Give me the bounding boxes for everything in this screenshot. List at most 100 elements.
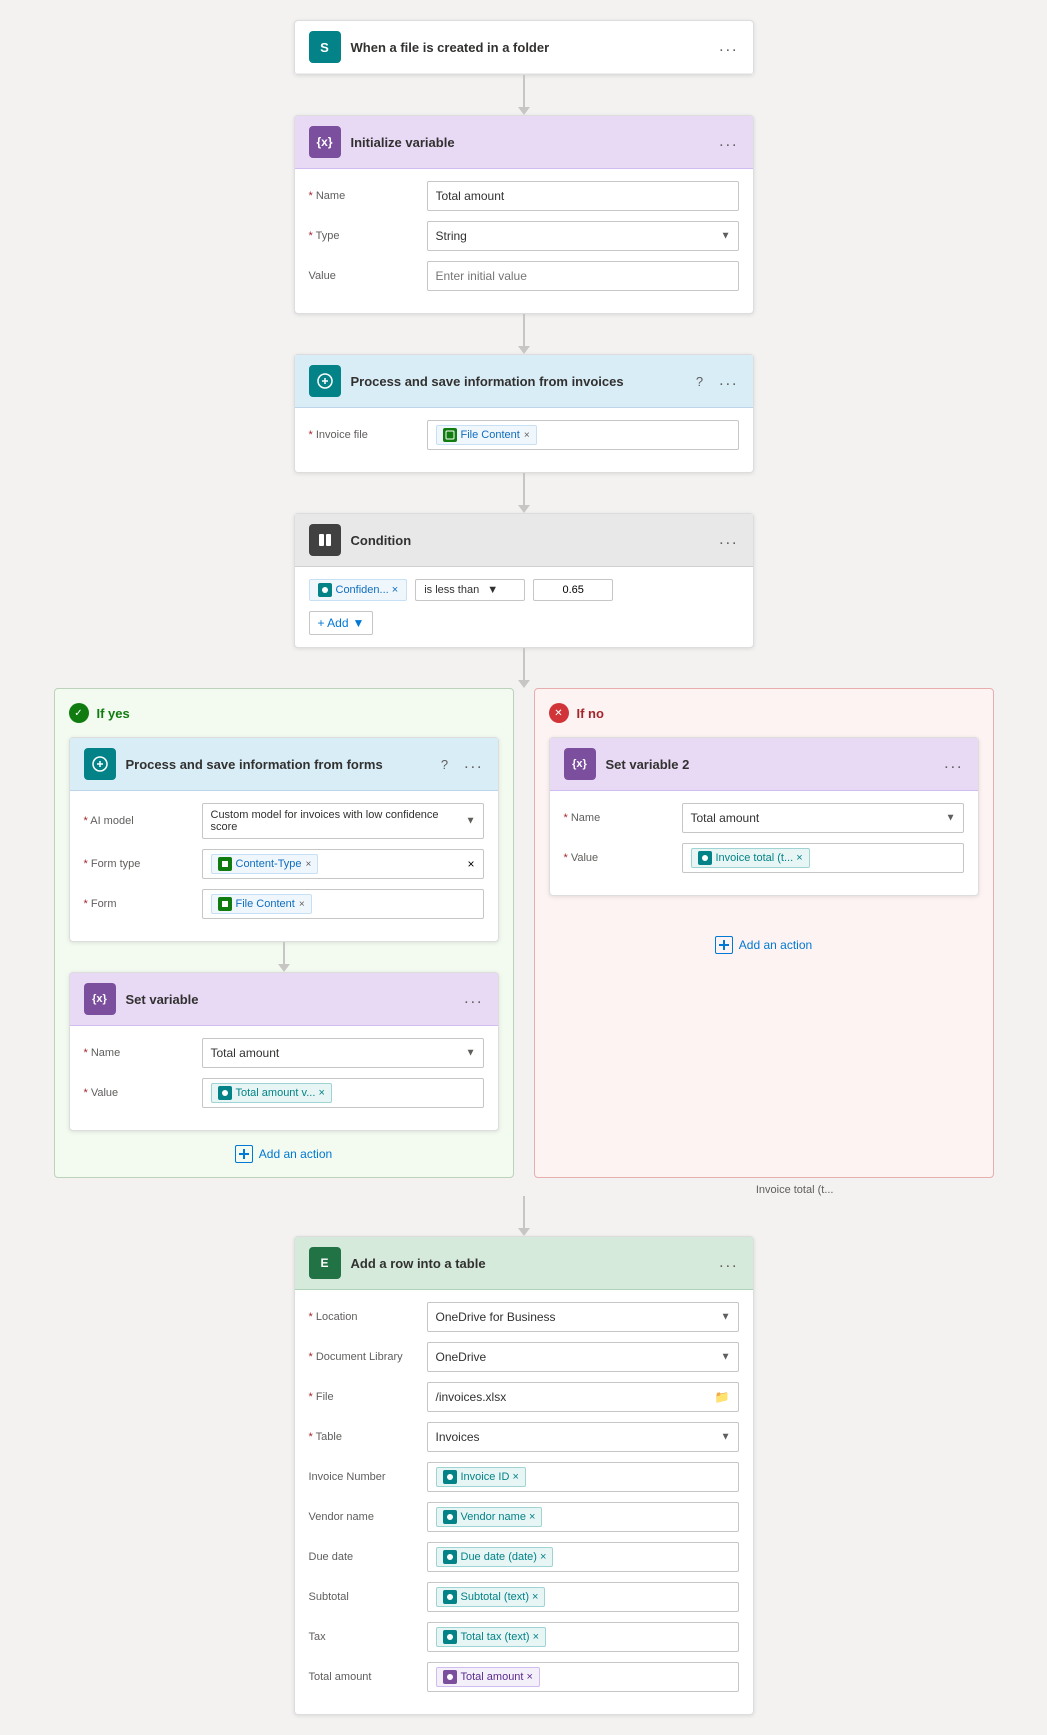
invoice-total-tag-icon	[698, 851, 712, 865]
set-var-name-label: Name	[84, 1047, 194, 1059]
condition-operator[interactable]: is less than ▼	[415, 579, 525, 601]
vendor-name-input[interactable]: Vendor name ×	[427, 1502, 739, 1532]
content-type-remove[interactable]: ×	[306, 859, 312, 870]
total-amount-row-input[interactable]: Total amount ×	[427, 1662, 739, 1692]
vendor-name-label: Vendor name	[309, 1511, 419, 1523]
location-label: Location	[309, 1311, 419, 1323]
add-chevron-icon: ▼	[353, 616, 365, 630]
yes-add-action-icon	[235, 1145, 253, 1163]
due-date-tag-icon	[443, 1550, 457, 1564]
location-select[interactable]: OneDrive for Business ▼	[427, 1302, 739, 1332]
trigger-title: When a file is created in a folder	[351, 40, 710, 55]
no-add-action-btn[interactable]: Add an action	[549, 936, 979, 954]
set-var-name-chevron-icon: ▼	[466, 1048, 476, 1059]
condition-add-btn[interactable]: + Add ▼	[309, 611, 374, 635]
set-var-value-input[interactable]: Total amount v... ×	[202, 1078, 484, 1108]
invoice-total-tag: Invoice total (t... ×	[691, 848, 810, 868]
set-var2-name-label: Name	[564, 812, 674, 824]
subtotal-tag: Subtotal (text) ×	[436, 1587, 546, 1607]
yes-icon: ✓	[69, 703, 89, 723]
tax-input[interactable]: Total tax (text) ×	[427, 1622, 739, 1652]
type-select[interactable]: String ▼	[427, 221, 739, 251]
condition-icon	[309, 524, 341, 556]
doc-library-select[interactable]: OneDrive ▼	[427, 1342, 739, 1372]
process-forms-title: Process and save information from forms	[126, 757, 431, 772]
vendor-name-tag-icon	[443, 1510, 457, 1524]
invoice-id-tag-icon	[443, 1470, 457, 1484]
total-amount-row-tag: Total amount ×	[436, 1667, 540, 1687]
set-var-title: Set variable	[126, 992, 455, 1007]
invoice-file-input[interactable]: File Content ×	[427, 420, 739, 450]
invoice-number-input[interactable]: Invoice ID ×	[427, 1462, 739, 1492]
subtotal-label: Subtotal	[309, 1591, 419, 1603]
set-var2-name-wrapper: Total amount ▼	[682, 803, 964, 833]
branch-container: ✓ If yes Process and save information fr…	[54, 688, 994, 1178]
yes-add-action-btn[interactable]: Add an action	[69, 1145, 499, 1163]
type-select-wrapper: String ▼	[427, 221, 739, 251]
arrow-4	[518, 648, 530, 688]
process-inv-title: Process and save information from invoic…	[351, 374, 686, 389]
set-var2-title: Set variable 2	[606, 757, 935, 772]
condition-value-input[interactable]	[533, 579, 613, 601]
process-inv-help[interactable]: ?	[696, 374, 703, 389]
name-input[interactable]	[427, 181, 739, 211]
file-content-remove[interactable]: ×	[524, 430, 530, 441]
branch-yes: ✓ If yes Process and save information fr…	[54, 688, 514, 1178]
arrow-5	[518, 1196, 530, 1236]
ai-model-select[interactable]: Custom model for invoices with low confi…	[202, 803, 484, 839]
content-type-tag-icon	[218, 857, 232, 871]
process-inv-icon	[309, 365, 341, 397]
set-var-name-select[interactable]: Total amount ▼	[202, 1038, 484, 1068]
doc-library-chevron-icon: ▼	[721, 1352, 731, 1363]
branch-no: ✕ If no {x} Set variable 2 ... Name	[534, 688, 994, 1178]
no-label: If no	[577, 706, 604, 721]
content-type-tag: Content-Type ×	[211, 854, 319, 874]
set-var-menu[interactable]: ...	[464, 990, 483, 1008]
trigger-icon: S	[309, 31, 341, 63]
location-wrapper: OneDrive for Business ▼	[427, 1302, 739, 1332]
file-row-input[interactable]: /invoices.xlsx 📁	[427, 1382, 739, 1412]
set-var2-value-input[interactable]: Invoice total (t... ×	[682, 843, 964, 873]
value-label: Value	[309, 270, 419, 282]
process-forms-menu[interactable]: ...	[464, 755, 483, 773]
condition-title: Condition	[351, 533, 710, 548]
set-var2-value-label: Value	[564, 852, 674, 864]
tax-label: Tax	[309, 1631, 419, 1643]
total-amount-tag-icon	[218, 1086, 232, 1100]
total-amount-row-tag-icon	[443, 1670, 457, 1684]
ai-model-label: AI model	[84, 815, 194, 827]
table-label: Table	[309, 1431, 419, 1443]
set-variable2-card: {x} Set variable 2 ... Name Total amount…	[549, 737, 979, 896]
condition-menu[interactable]: ...	[719, 531, 738, 549]
subtotal-input[interactable]: Subtotal (text) ×	[427, 1582, 739, 1612]
form-type-input[interactable]: Content-Type × ×	[202, 849, 484, 879]
doc-library-wrapper: OneDrive ▼	[427, 1342, 739, 1372]
init-variable-card: {x} Initialize variable ... Name Type St…	[294, 115, 754, 314]
type-label: Type	[309, 230, 419, 242]
arrow-2	[518, 314, 530, 354]
set-var-icon: {x}	[84, 983, 116, 1015]
form-type-label: Form type	[84, 858, 194, 870]
init-var-icon: {x}	[309, 126, 341, 158]
set-var2-name-select[interactable]: Total amount ▼	[682, 803, 964, 833]
trigger-menu[interactable]: ...	[719, 38, 738, 56]
tooltip-area: Invoice total (t...	[54, 1178, 994, 1196]
init-var-menu[interactable]: ...	[719, 133, 738, 151]
invoice-number-label: Invoice Number	[309, 1471, 419, 1483]
form-input[interactable]: File Content ×	[202, 889, 484, 919]
table-select[interactable]: Invoices ▼	[427, 1422, 739, 1452]
form-type-clear[interactable]: ×	[467, 857, 474, 871]
arrow-1	[518, 75, 530, 115]
location-chevron-icon: ▼	[721, 1312, 731, 1323]
process-forms-help[interactable]: ?	[441, 757, 448, 772]
due-date-input[interactable]: Due date (date) ×	[427, 1542, 739, 1572]
process-inv-menu[interactable]: ...	[719, 372, 738, 390]
value-input[interactable]	[427, 261, 739, 291]
set-var2-menu[interactable]: ...	[944, 755, 963, 773]
add-row-menu[interactable]: ...	[719, 1254, 738, 1272]
ai-model-select-wrapper: Custom model for invoices with low confi…	[202, 803, 484, 839]
invoice-total-tooltip: Invoice total (t...	[756, 1184, 834, 1196]
init-var-title: Initialize variable	[351, 135, 710, 150]
form-file-remove[interactable]: ×	[299, 899, 305, 910]
subtotal-tag-icon	[443, 1590, 457, 1604]
